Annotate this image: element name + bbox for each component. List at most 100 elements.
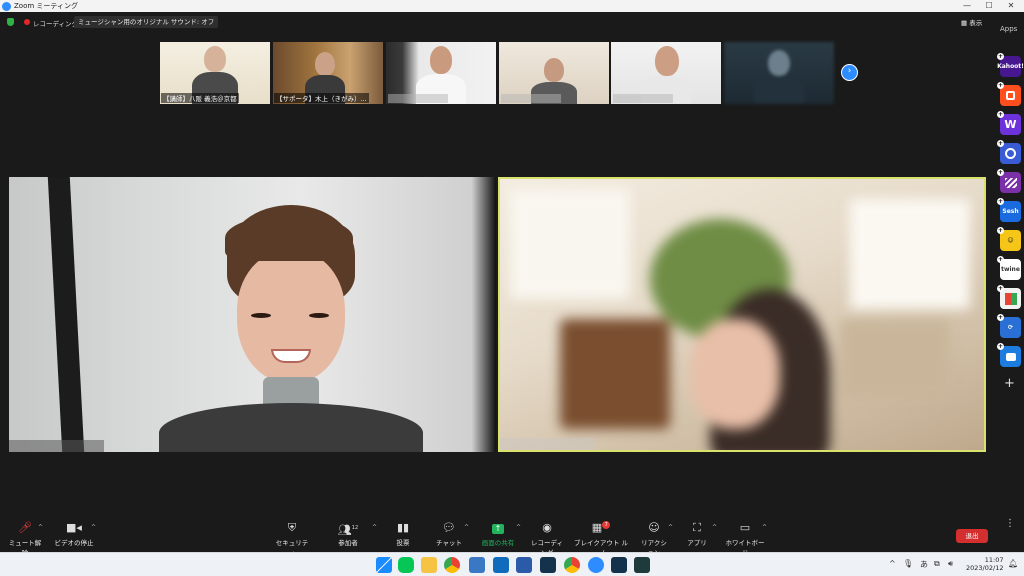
person-face xyxy=(690,319,780,429)
add-icon: + xyxy=(997,285,1004,292)
volume-icon[interactable]: 🔊︎ xyxy=(948,559,953,569)
zoom-logo-icon xyxy=(2,1,11,11)
participant-thumbnail[interactable] xyxy=(724,42,834,104)
add-icon: + xyxy=(997,198,1004,205)
view-label: 表示 xyxy=(969,19,983,27)
tray-overflow-chevron[interactable]: ^ xyxy=(889,559,896,568)
terminal-icon-2[interactable] xyxy=(611,557,627,573)
participants-options-caret[interactable]: ^ xyxy=(372,524,377,531)
ime-indicator[interactable]: あ xyxy=(920,559,928,570)
app-taskbar-icon[interactable] xyxy=(634,557,650,573)
view-button[interactable]: ▦ 表示 xyxy=(961,17,982,27)
twine-icon[interactable]: + twine xyxy=(997,256,1021,280)
shield-icon: ⛨ xyxy=(287,521,297,534)
app-orange-icon[interactable]: + xyxy=(997,82,1021,106)
chair xyxy=(560,319,670,429)
fringe xyxy=(225,215,353,261)
participant-name: 【サポータ】木上（きがみ）... xyxy=(274,93,369,103)
original-sound-toggle[interactable]: ミュージシャン用のオリジナル サウンド: オフ xyxy=(74,16,219,28)
app-colorblocks-icon[interactable]: + xyxy=(997,285,1021,309)
add-icon: + xyxy=(997,111,1004,118)
video-options-caret[interactable]: ^ xyxy=(91,524,96,531)
reactions-options-caret[interactable]: ^ xyxy=(668,524,673,531)
kahoot-icon[interactable]: + Kahoot! xyxy=(997,53,1024,77)
participant-thumbnail[interactable] xyxy=(499,42,609,104)
network-icon[interactable]: ⧉ xyxy=(934,559,940,569)
meeting-status-bar: レコーディング ミュージシャン用のオリジナル サウンド: オフ xyxy=(0,14,960,30)
app-stripes-icon[interactable]: + xyxy=(997,169,1021,193)
terminal-icon[interactable] xyxy=(540,557,556,573)
participant-thumbnail[interactable] xyxy=(386,42,496,104)
breakout-badge: 7 xyxy=(602,521,611,530)
sesh-icon[interactable]: + Sesh xyxy=(997,198,1021,222)
maximize-button[interactable]: ☐ xyxy=(978,0,1000,12)
participant-thumbnail[interactable]: 【講師】八阪 義浩＠京都 xyxy=(160,42,270,104)
next-page-button[interactable]: › xyxy=(841,64,858,81)
participant-face xyxy=(315,52,335,76)
file-explorer-icon[interactable] xyxy=(421,557,437,573)
add-icon: + xyxy=(997,53,1004,60)
apps-icon: ⛶ xyxy=(693,521,701,534)
share-options-caret[interactable]: ^ xyxy=(516,524,521,531)
app-yellow-face-icon[interactable]: + ☺ xyxy=(997,227,1021,251)
participant-face xyxy=(544,58,564,82)
windows-taskbar: ^ 🎙︎ あ ⧉ 🔊︎ 11:07 2023/02/12 🔔︎ xyxy=(0,552,1024,576)
window-light xyxy=(850,199,970,309)
add-app-button[interactable]: + xyxy=(1004,376,1015,391)
participant-name: 【講師】八阪 義浩＠京都 xyxy=(161,93,239,103)
encryption-shield-icon[interactable] xyxy=(7,18,14,26)
add-icon: + xyxy=(997,82,1004,89)
minimize-button[interactable]: — xyxy=(956,0,978,12)
dark-frame-edge xyxy=(47,177,85,452)
stop-video-button[interactable]: ■◂ ビデオの停止 xyxy=(54,521,94,547)
chat-button[interactable]: 💬︎ チャット xyxy=(436,521,462,547)
notepad-icon[interactable] xyxy=(469,557,485,573)
add-icon: + xyxy=(997,256,1004,263)
whiteboard-options-caret[interactable]: ^ xyxy=(762,524,767,531)
add-icon: + xyxy=(997,343,1004,350)
system-clock[interactable]: 11:07 2023/02/12 xyxy=(966,556,1003,572)
notifications-icon[interactable]: 🔔︎ xyxy=(1008,559,1018,568)
line-app-icon[interactable] xyxy=(398,557,414,573)
apps-panel-title: Apps xyxy=(1000,25,1018,33)
add-icon: + xyxy=(997,314,1004,321)
grid-icon: ▦ xyxy=(961,19,970,27)
participant-body xyxy=(754,76,804,104)
participant-thumbnail[interactable]: 【サポータ】木上（きがみ）... xyxy=(273,42,383,104)
add-icon: + xyxy=(997,227,1004,234)
chat-bubble-icon: 💬︎ xyxy=(442,521,456,534)
app-blue-circle-icon[interactable]: + xyxy=(997,140,1021,164)
window-title: Zoom ミーティング xyxy=(14,2,78,10)
share-screen-button[interactable]: ↑ 画面の共有 xyxy=(480,521,516,547)
recording-label: レコーディング xyxy=(33,20,79,28)
clock-date: 2023/02/12 xyxy=(966,564,1004,572)
blurred-name-label xyxy=(388,94,448,103)
windows-start-icon[interactable] xyxy=(376,557,392,573)
app-blue-square-icon[interactable]: + xyxy=(997,343,1021,367)
more-options-button[interactable]: ⋮ xyxy=(1005,518,1015,529)
remote-desktop-icon[interactable] xyxy=(516,557,532,573)
participant-face xyxy=(655,46,679,76)
apps-button[interactable]: ⛶ アプリ xyxy=(686,521,708,547)
speaker-video-left[interactable] xyxy=(9,177,496,452)
blurred-name-label xyxy=(9,440,104,452)
left-eye xyxy=(251,313,271,318)
leave-button[interactable]: 退出 xyxy=(956,529,988,543)
outlook-icon[interactable] xyxy=(493,557,509,573)
chat-options-caret[interactable]: ^ xyxy=(464,524,469,531)
apps-options-caret[interactable]: ^ xyxy=(712,524,717,531)
add-icon: + xyxy=(997,169,1004,176)
chrome-profile-icon[interactable] xyxy=(564,557,580,573)
audio-options-caret[interactable]: ^ xyxy=(38,524,43,531)
close-window-button[interactable]: ✕ xyxy=(1000,0,1022,12)
app-sync-icon[interactable]: + ⟳ xyxy=(997,314,1021,338)
polls-button[interactable]: ▮▮ 投票 xyxy=(392,521,414,547)
wordly-icon[interactable]: + W xyxy=(997,111,1021,135)
chrome-icon[interactable] xyxy=(444,557,460,573)
speaker-video-right-active[interactable] xyxy=(498,177,986,452)
participant-thumbnail[interactable] xyxy=(611,42,721,104)
share-screen-icon: ↑ xyxy=(480,521,516,535)
participants-button[interactable]: 👥︎12 参加者 xyxy=(334,521,362,547)
zoom-taskbar-icon[interactable] xyxy=(588,557,604,573)
microphone-tray-icon[interactable]: 🎙︎ xyxy=(903,559,913,568)
